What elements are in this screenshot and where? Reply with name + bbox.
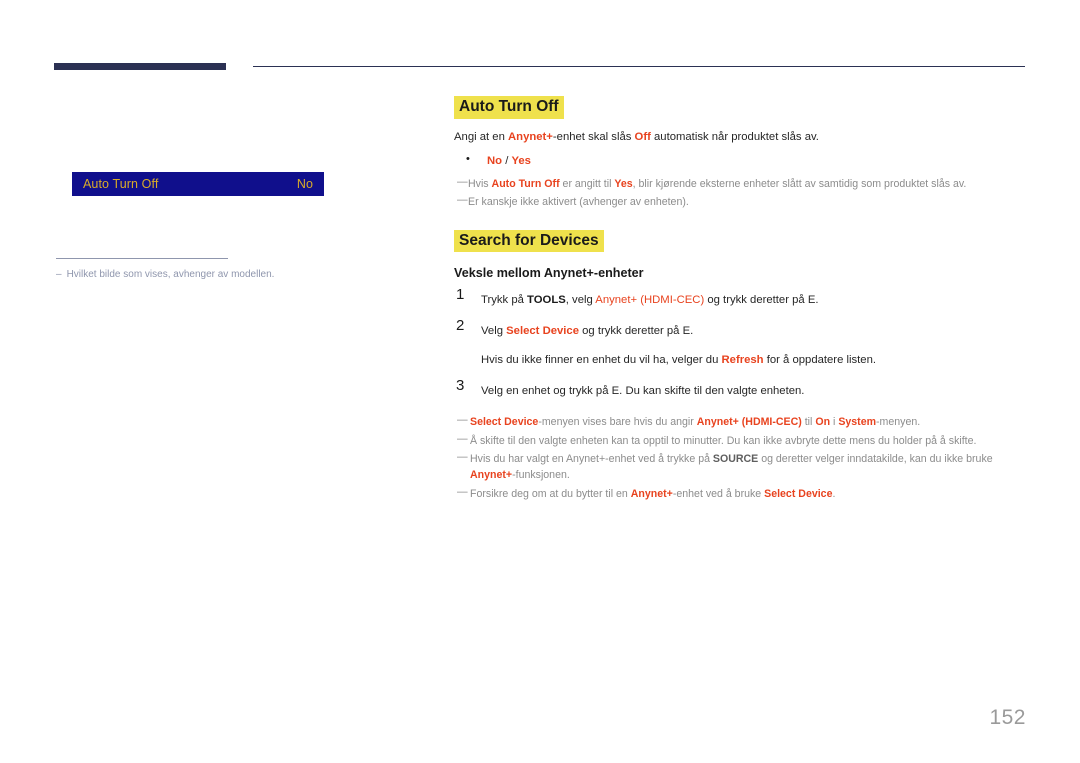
- step-text: Trykk på TOOLS, velg Anynet+ (HDMI-CEC) …: [481, 294, 819, 306]
- list-item: 1 Trykk på TOOLS, velg Anynet+ (HDMI-CEC…: [454, 286, 1026, 309]
- step-number: 3: [456, 377, 465, 395]
- list-item: — Å skifte til den valgte enheten kan ta …: [454, 433, 1026, 449]
- osd-menu-label: Auto Turn Off: [83, 177, 159, 191]
- note-dash: —: [457, 414, 468, 427]
- list-item: — Forsikre deg om at du bytter til en Any…: [454, 486, 1026, 502]
- left-footnote-divider: [56, 258, 228, 259]
- option-no: No: [487, 154, 503, 167]
- note-dash: —: [457, 194, 468, 207]
- desc-text-post: automatisk når produktet slås av.: [650, 130, 819, 143]
- note-keyword-anynet-hdmi-cec: Anynet+ (HDMI-CEC): [696, 416, 802, 429]
- note-dash: —: [457, 485, 468, 498]
- note-keyword-anynet: Anynet+: [470, 469, 513, 482]
- step-keyword-anynet-hdmi-cec: Anynet+ (HDMI-CEC): [595, 294, 705, 307]
- list-item: 3 Velg en enhet og trykk på E. Du kan sk…: [454, 377, 1026, 400]
- note-text-2: -menyen vises bare hvis du angir: [538, 416, 697, 429]
- auto-turn-off-options-list: No / Yes: [454, 151, 1026, 170]
- note-text-2: og deretter velger inndatakilde, kan du …: [758, 453, 993, 465]
- step-keyword-tools: TOOLS: [527, 294, 566, 307]
- step-text-post: og trykk deretter på E.: [579, 325, 694, 338]
- note-text-1: Hvis: [468, 177, 492, 190]
- substep-keyword-refresh: Refresh: [721, 354, 764, 367]
- page-header-rules: [0, 63, 1080, 75]
- note-keyword-yes: Yes: [614, 177, 633, 190]
- auto-turn-off-notes-list: — Hvis Auto Turn Off er angitt til Yes, b…: [454, 176, 1026, 211]
- header-accent-bar: [54, 63, 226, 70]
- note-dash: —: [457, 175, 468, 188]
- footnote-dash: –: [56, 269, 62, 280]
- auto-turn-off-description: Angi at en Anynet+-enhet skal slås Off a…: [454, 129, 1026, 146]
- osd-menu-row-auto-turn-off[interactable]: Auto Turn Off No: [72, 172, 324, 196]
- step-number: 1: [456, 286, 465, 304]
- substep-text-pre: Hvis du ikke finner en enhet du vil ha, …: [481, 354, 722, 367]
- list-item: — Select Device-menyen vises bare hvis du…: [454, 414, 1026, 430]
- step-number: 2: [456, 317, 465, 335]
- list-item: 2 Velg Select Device og trykk deretter p…: [454, 317, 1026, 369]
- desc-keyword-anynet: Anynet+: [508, 130, 553, 143]
- step-text-pre: Trykk på: [481, 294, 528, 307]
- desc-text-pre: Angi at en: [454, 130, 509, 143]
- page-number: 152: [989, 706, 1026, 729]
- main-content-column: Auto Turn Off Angi at en Anynet+-enhet s…: [454, 96, 1026, 502]
- note-text-3: , blir kjørende eksterne enheter slått a…: [632, 177, 967, 190]
- substep-text-post: for å oppdatere listen.: [763, 354, 877, 367]
- note-keyword-on: On: [815, 416, 831, 429]
- note-keyword-select-device: Select Device: [764, 487, 833, 500]
- step-keyword-select-device: Select Device: [506, 325, 579, 338]
- list-item: — Hvis du har valgt en Anynet+-enhet ved …: [454, 451, 1026, 484]
- note-keyword-anynet: Anynet+: [630, 487, 673, 500]
- search-devices-steps-list: 1 Trykk på TOOLS, velg Anynet+ (HDMI-CEC…: [454, 286, 1026, 400]
- left-footnote: – Hvilket bilde som vises, avhenger av m…: [56, 268, 376, 282]
- note-dash: —: [457, 451, 468, 463]
- step-text-mid: , velg: [565, 294, 596, 307]
- list-item: — Er kanskje ikke aktivert (avhenger av e…: [454, 194, 1026, 210]
- note-text-1: Å skifte til den valgte enheten kan ta o…: [470, 434, 977, 447]
- step-text-pre: Velg: [481, 325, 507, 338]
- list-item: — Hvis Auto Turn Off er angitt til Yes, b…: [454, 176, 1026, 192]
- note-keyword-source: SOURCE: [712, 453, 759, 465]
- note-keyword-select-device: Select Device: [470, 416, 539, 429]
- note-text-2: er angitt til: [559, 177, 615, 190]
- step-text: Velg en enhet og trykk på E. Du kan skif…: [481, 385, 805, 398]
- note-text-5: -menyen.: [876, 416, 921, 429]
- note-text-3: -funksjonen.: [512, 469, 570, 482]
- note-text-3: til: [801, 416, 816, 429]
- footnote-text: Hvilket bilde som vises, avhenger av mod…: [66, 269, 275, 280]
- header-divider-line: [253, 66, 1025, 67]
- list-item: No / Yes: [454, 151, 1026, 170]
- desc-text-mid: -enhet skal slås: [552, 130, 635, 143]
- desc-keyword-off: Off: [634, 130, 651, 143]
- note-text-1: Hvis du har valgt en Anynet+-enhet ved å…: [470, 453, 713, 465]
- step-text: Velg Select Device og trykk deretter på …: [481, 325, 693, 337]
- step-text-post: og trykk deretter på E.: [704, 294, 819, 307]
- note-text-1: Er kanskje ikke aktivert (avhenger av en…: [468, 196, 689, 209]
- note-dash: —: [457, 432, 468, 445]
- note-text-2: -enhet ved å bruke: [672, 487, 765, 500]
- note-keyword-system: System: [838, 416, 877, 429]
- section-heading-auto-turn-off: Auto Turn Off: [454, 96, 564, 119]
- step-substep-text: Hvis du ikke finner en enhet du vil ha, …: [481, 352, 1026, 369]
- section-heading-search-for-devices: Search for Devices: [454, 229, 604, 253]
- note-text-1: Forsikre deg om at du bytter til en: [470, 487, 631, 500]
- osd-menu-value: No: [296, 177, 313, 191]
- search-devices-notes-list: — Select Device-menyen vises bare hvis du…: [454, 414, 1026, 502]
- note-text-3: .: [832, 487, 836, 500]
- note-keyword-auto-turn-off: Auto Turn Off: [491, 177, 560, 190]
- option-yes: Yes: [511, 154, 531, 167]
- subheading-switch-between-devices: Veksle mellom Anynet+-enheter: [454, 266, 644, 281]
